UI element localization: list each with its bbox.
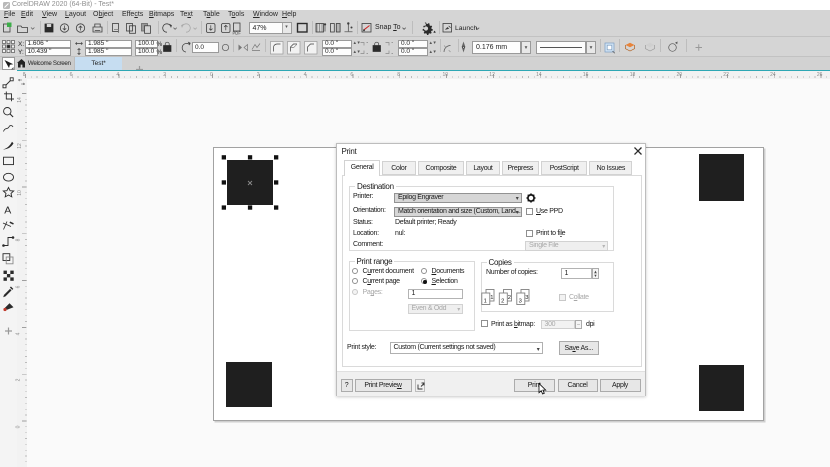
svg-text:3: 3	[519, 298, 522, 304]
svg-text:A: A	[4, 205, 11, 217]
svg-text:2: 2	[508, 295, 511, 301]
svg-text:3: 3	[525, 295, 528, 301]
svg-text:1: 1	[490, 295, 493, 301]
svg-text:2: 2	[501, 298, 504, 304]
svg-text:Launch: Launch	[455, 25, 478, 32]
svg-text:PDF: PDF	[233, 31, 242, 36]
svg-text:1: 1	[484, 298, 487, 304]
